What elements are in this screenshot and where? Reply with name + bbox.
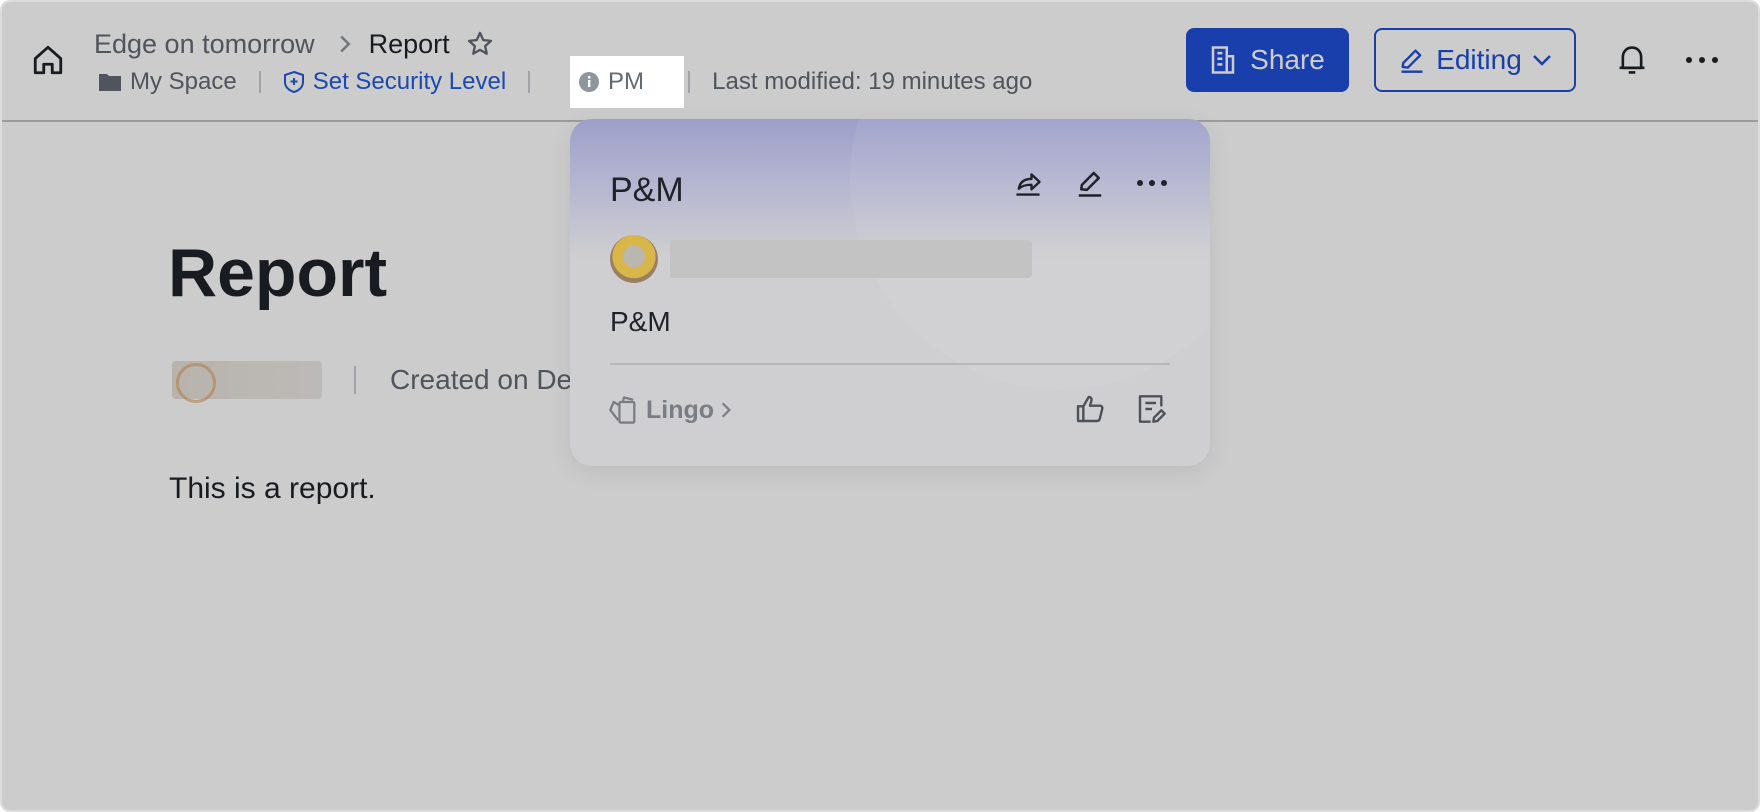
avatar[interactable] xyxy=(610,235,658,283)
app-window: Edge on tomorrow Report My Space Set Sec… xyxy=(0,0,1760,812)
info-icon xyxy=(579,72,599,92)
tag-popover: P&M P&M Lingo xyxy=(570,119,1210,466)
lingo-link[interactable]: Lingo xyxy=(608,395,732,425)
chevron-right-icon xyxy=(721,402,731,418)
divider xyxy=(610,363,1170,365)
lingo-icon xyxy=(609,396,636,424)
tag-chip[interactable]: PM xyxy=(570,56,684,108)
tag-label: PM xyxy=(608,68,644,95)
lingo-label: Lingo xyxy=(646,395,715,424)
edit-icon[interactable] xyxy=(1072,165,1108,201)
owner-row xyxy=(610,235,1032,283)
more-icon[interactable] xyxy=(1134,165,1170,201)
popover-title: P&M xyxy=(610,171,684,209)
owner-name-redacted xyxy=(670,240,1032,278)
note-edit-icon[interactable] xyxy=(1134,391,1170,427)
thumbs-up-icon[interactable] xyxy=(1072,391,1108,427)
popover-description: P&M xyxy=(610,306,671,337)
share-out-icon[interactable] xyxy=(1010,165,1046,201)
popover-footer-actions xyxy=(1072,391,1170,427)
popover-actions xyxy=(1010,165,1170,201)
